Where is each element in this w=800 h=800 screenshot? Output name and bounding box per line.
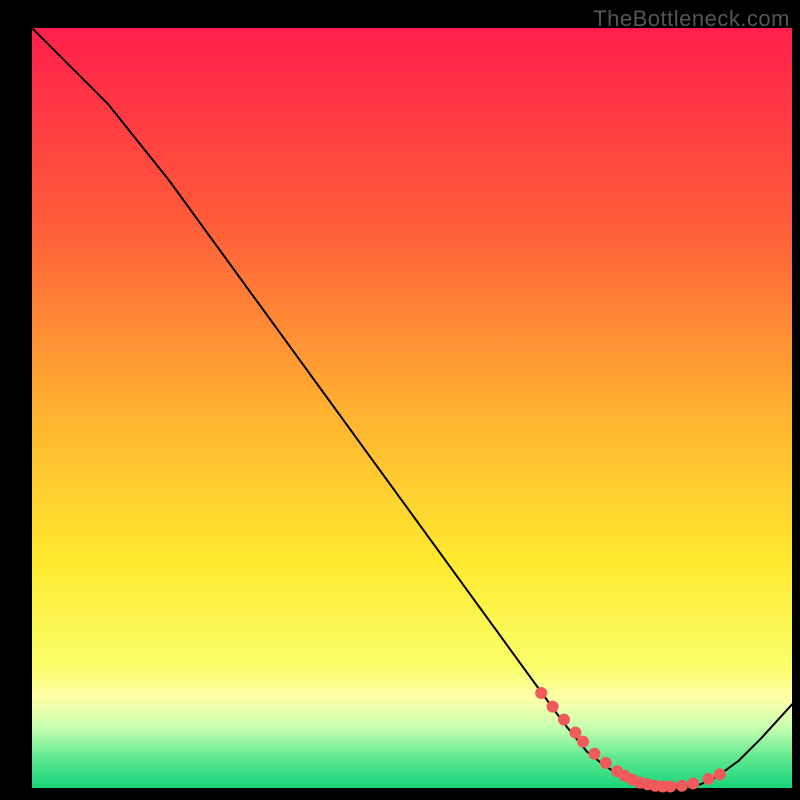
highlight-dot <box>558 714 570 726</box>
highlight-dot <box>664 780 676 792</box>
highlight-dot <box>702 773 714 785</box>
highlight-dot <box>535 687 547 699</box>
bottleneck-curve-chart <box>0 0 800 800</box>
highlight-dot <box>714 768 726 780</box>
highlight-dot <box>687 777 699 789</box>
chart-stage: TheBottleneck.com <box>0 0 800 800</box>
highlight-dot <box>600 757 612 769</box>
highlight-dot <box>588 748 600 760</box>
watermark-text: TheBottleneck.com <box>593 6 790 32</box>
highlight-dot <box>547 701 559 713</box>
highlight-dot <box>577 736 589 748</box>
plot-background <box>32 28 792 788</box>
highlight-dot <box>676 780 688 792</box>
